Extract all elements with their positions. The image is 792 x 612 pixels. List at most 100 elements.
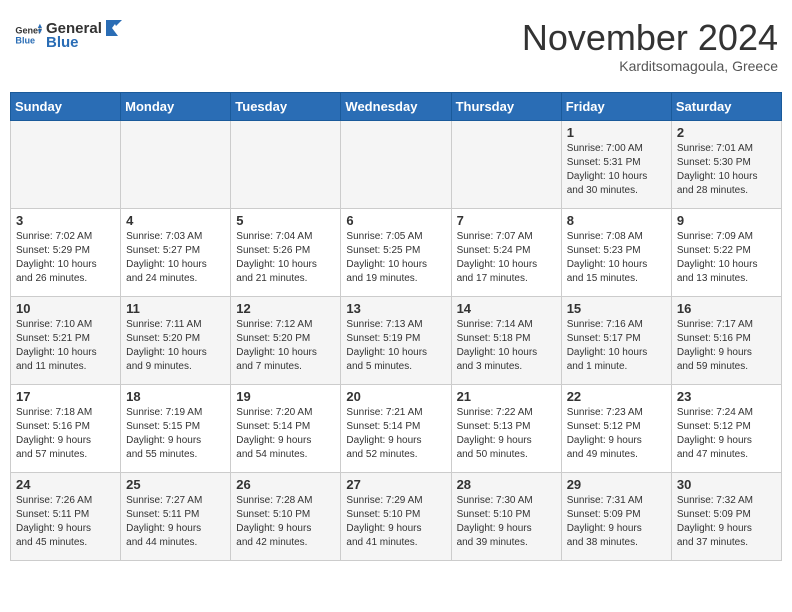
calendar-cell: 19 Sunrise: 7:20 AM Sunset: 5:14 PM Dayli… <box>231 384 341 472</box>
logo: General Blue General Blue <box>14 18 122 51</box>
day-number: 15 <box>567 301 666 316</box>
day-number: 7 <box>457 213 556 228</box>
calendar-cell <box>231 120 341 208</box>
month-title: November 2024 <box>522 18 778 58</box>
day-number: 1 <box>567 125 666 140</box>
calendar-cell: 29Sunrise: 7:31 AM Sunset: 5:09 PM Dayli… <box>561 472 671 560</box>
day-number: 19 <box>236 389 335 404</box>
calendar-cell: 14Sunrise: 7:14 AM Sunset: 5:18 PM Dayli… <box>451 296 561 384</box>
calendar-header-row: SundayMondayTuesdayWednesdayThursdayFrid… <box>11 92 782 120</box>
day-info: Sunrise: 7:16 AM Sunset: 5:17 PM Dayligh… <box>567 318 666 374</box>
day-number: 26 <box>236 477 335 492</box>
weekday-header-monday: Monday <box>121 92 231 120</box>
day-info: Sunrise: 7:10 AM Sunset: 5:21 PM Dayligh… <box>16 318 115 374</box>
day-info: Sunrise: 7:19 AM Sunset: 5:15 PM Dayligh… <box>126 406 225 462</box>
day-number: 16 <box>677 301 776 316</box>
day-number: 28 <box>457 477 556 492</box>
calendar-cell <box>341 120 451 208</box>
day-number: 25 <box>126 477 225 492</box>
weekday-header-wednesday: Wednesday <box>341 92 451 120</box>
calendar-cell: 9 Sunrise: 7:09 AM Sunset: 5:22 PM Daylig… <box>671 208 781 296</box>
calendar-week-0: 1 Sunrise: 7:00 AM Sunset: 5:31 PM Daylig… <box>11 120 782 208</box>
day-info: Sunrise: 7:18 AM Sunset: 5:16 PM Dayligh… <box>16 406 115 462</box>
title-block: November 2024 Karditsomagoula, Greece <box>522 18 778 74</box>
day-info: Sunrise: 7:29 AM Sunset: 5:10 PM Dayligh… <box>346 494 445 550</box>
day-info: Sunrise: 7:24 AM Sunset: 5:12 PM Dayligh… <box>677 406 776 462</box>
day-info: Sunrise: 7:05 AM Sunset: 5:25 PM Dayligh… <box>346 230 445 286</box>
day-number: 29 <box>567 477 666 492</box>
calendar-cell <box>11 120 121 208</box>
day-info: Sunrise: 7:23 AM Sunset: 5:12 PM Dayligh… <box>567 406 666 462</box>
calendar-cell: 26Sunrise: 7:28 AM Sunset: 5:10 PM Dayli… <box>231 472 341 560</box>
day-number: 5 <box>236 213 335 228</box>
day-number: 23 <box>677 389 776 404</box>
page-header: General Blue General Blue November 2024 … <box>10 10 782 82</box>
calendar-week-2: 10 Sunrise: 7:10 AM Sunset: 5:21 PM Dayli… <box>11 296 782 384</box>
calendar-cell: 1 Sunrise: 7:00 AM Sunset: 5:31 PM Daylig… <box>561 120 671 208</box>
day-number: 24 <box>16 477 115 492</box>
day-info: Sunrise: 7:02 AM Sunset: 5:29 PM Dayligh… <box>16 230 115 286</box>
calendar-cell: 11 Sunrise: 7:11 AM Sunset: 5:20 PM Dayli… <box>121 296 231 384</box>
day-info: Sunrise: 7:17 AM Sunset: 5:16 PM Dayligh… <box>677 318 776 374</box>
calendar-week-1: 3 Sunrise: 7:02 AM Sunset: 5:29 PM Daylig… <box>11 208 782 296</box>
calendar-cell: 16 Sunrise: 7:17 AM Sunset: 5:16 PM Dayli… <box>671 296 781 384</box>
day-number: 17 <box>16 389 115 404</box>
weekday-header-tuesday: Tuesday <box>231 92 341 120</box>
weekday-header-thursday: Thursday <box>451 92 561 120</box>
day-number: 12 <box>236 301 335 316</box>
calendar-cell <box>451 120 561 208</box>
day-info: Sunrise: 7:27 AM Sunset: 5:11 PM Dayligh… <box>126 494 225 550</box>
location: Karditsomagoula, Greece <box>522 58 778 74</box>
day-number: 11 <box>126 301 225 316</box>
day-info: Sunrise: 7:00 AM Sunset: 5:31 PM Dayligh… <box>567 142 666 198</box>
day-info: Sunrise: 7:14 AM Sunset: 5:18 PM Dayligh… <box>457 318 556 374</box>
day-info: Sunrise: 7:26 AM Sunset: 5:11 PM Dayligh… <box>16 494 115 550</box>
day-number: 9 <box>677 213 776 228</box>
day-number: 6 <box>346 213 445 228</box>
calendar-cell: 13 Sunrise: 7:13 AM Sunset: 5:19 PM Dayli… <box>341 296 451 384</box>
calendar-cell: 18 Sunrise: 7:19 AM Sunset: 5:15 PM Dayli… <box>121 384 231 472</box>
day-info: Sunrise: 7:22 AM Sunset: 5:13 PM Dayligh… <box>457 406 556 462</box>
calendar-cell: 7 Sunrise: 7:07 AM Sunset: 5:24 PM Daylig… <box>451 208 561 296</box>
svg-text:General: General <box>15 25 42 35</box>
day-number: 10 <box>16 301 115 316</box>
day-info: Sunrise: 7:11 AM Sunset: 5:20 PM Dayligh… <box>126 318 225 374</box>
day-info: Sunrise: 7:03 AM Sunset: 5:27 PM Dayligh… <box>126 230 225 286</box>
calendar-cell: 21Sunrise: 7:22 AM Sunset: 5:13 PM Dayli… <box>451 384 561 472</box>
calendar-cell: 24 Sunrise: 7:26 AM Sunset: 5:11 PM Dayli… <box>11 472 121 560</box>
day-number: 13 <box>346 301 445 316</box>
calendar-week-3: 17 Sunrise: 7:18 AM Sunset: 5:16 PM Dayli… <box>11 384 782 472</box>
day-number: 22 <box>567 389 666 404</box>
calendar-cell: 17 Sunrise: 7:18 AM Sunset: 5:16 PM Dayli… <box>11 384 121 472</box>
day-number: 2 <box>677 125 776 140</box>
calendar-cell: 8Sunrise: 7:08 AM Sunset: 5:23 PM Daylig… <box>561 208 671 296</box>
day-info: Sunrise: 7:13 AM Sunset: 5:19 PM Dayligh… <box>346 318 445 374</box>
calendar-cell: 28Sunrise: 7:30 AM Sunset: 5:10 PM Dayli… <box>451 472 561 560</box>
weekday-header-friday: Friday <box>561 92 671 120</box>
day-info: Sunrise: 7:07 AM Sunset: 5:24 PM Dayligh… <box>457 230 556 286</box>
weekday-header-sunday: Sunday <box>11 92 121 120</box>
day-info: Sunrise: 7:09 AM Sunset: 5:22 PM Dayligh… <box>677 230 776 286</box>
day-number: 18 <box>126 389 225 404</box>
calendar-cell: 27Sunrise: 7:29 AM Sunset: 5:10 PM Dayli… <box>341 472 451 560</box>
calendar-cell: 22 Sunrise: 7:23 AM Sunset: 5:12 PM Dayli… <box>561 384 671 472</box>
calendar-cell <box>121 120 231 208</box>
calendar-cell: 3 Sunrise: 7:02 AM Sunset: 5:29 PM Daylig… <box>11 208 121 296</box>
calendar-cell: 5Sunrise: 7:04 AM Sunset: 5:26 PM Daylig… <box>231 208 341 296</box>
calendar-cell: 2 Sunrise: 7:01 AM Sunset: 5:30 PM Daylig… <box>671 120 781 208</box>
calendar-cell: 25 Sunrise: 7:27 AM Sunset: 5:11 PM Dayli… <box>121 472 231 560</box>
day-info: Sunrise: 7:01 AM Sunset: 5:30 PM Dayligh… <box>677 142 776 198</box>
svg-text:Blue: Blue <box>15 35 35 45</box>
day-info: Sunrise: 7:20 AM Sunset: 5:14 PM Dayligh… <box>236 406 335 462</box>
calendar-cell: 20Sunrise: 7:21 AM Sunset: 5:14 PM Dayli… <box>341 384 451 472</box>
calendar-cell: 30Sunrise: 7:32 AM Sunset: 5:09 PM Dayli… <box>671 472 781 560</box>
calendar-week-4: 24 Sunrise: 7:26 AM Sunset: 5:11 PM Dayli… <box>11 472 782 560</box>
calendar-cell: 10 Sunrise: 7:10 AM Sunset: 5:21 PM Dayli… <box>11 296 121 384</box>
weekday-header-saturday: Saturday <box>671 92 781 120</box>
logo-icon: General Blue <box>14 21 42 49</box>
day-info: Sunrise: 7:08 AM Sunset: 5:23 PM Dayligh… <box>567 230 666 286</box>
calendar-cell: 12Sunrise: 7:12 AM Sunset: 5:20 PM Dayli… <box>231 296 341 384</box>
day-info: Sunrise: 7:21 AM Sunset: 5:14 PM Dayligh… <box>346 406 445 462</box>
calendar-cell: 4Sunrise: 7:03 AM Sunset: 5:27 PM Daylig… <box>121 208 231 296</box>
day-number: 3 <box>16 213 115 228</box>
